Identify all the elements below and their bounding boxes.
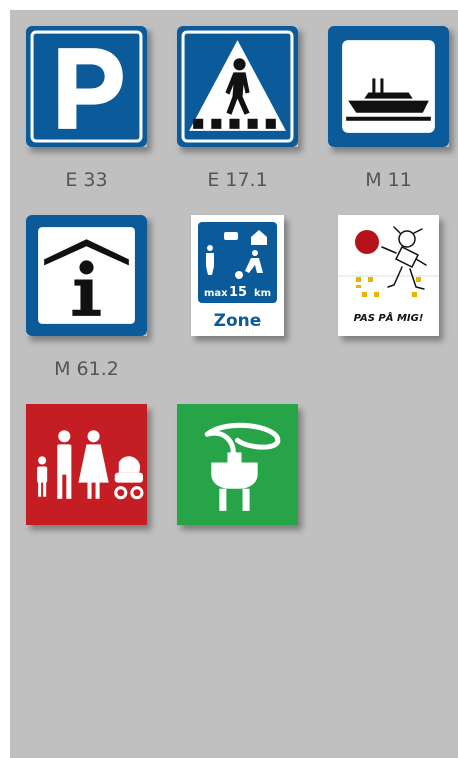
tourist-information-sign[interactable] (26, 215, 147, 336)
pas-paa-mig-label: PAS PÅ MIG! (354, 311, 424, 324)
ev-charging-sign[interactable] (177, 404, 298, 525)
zone-speed-unit: km (254, 288, 271, 299)
family-icon (26, 404, 147, 525)
living-street-zone-sign[interactable]: max 15 km Zone (191, 215, 284, 336)
zone-label: Zone (214, 311, 262, 331)
sign-gallery-panel: E 33 E 17.1 M 11 M 61.2 max 15 km Zone P… (10, 10, 458, 758)
parking-icon (26, 26, 147, 147)
pedestrian-crossing-sign[interactable] (177, 26, 298, 147)
pedestrian-icon (177, 26, 298, 147)
zone-speed-value: 15 (229, 285, 247, 300)
caption-e33: E 33 (65, 169, 108, 191)
pas-paa-mig-sign[interactable]: PAS PÅ MIG! (338, 215, 439, 336)
caption-e17-1: E 17.1 (207, 169, 268, 191)
living-street-icon: max 15 km Zone (191, 215, 284, 336)
caption-m61-2: M 61.2 (54, 358, 119, 380)
information-icon (26, 215, 147, 336)
parking-sign[interactable] (26, 26, 147, 147)
caption-m11: M 11 (365, 169, 412, 191)
charging-plug-icon (177, 404, 298, 525)
family-sign[interactable] (26, 404, 147, 525)
zone-max-label: max (204, 288, 228, 299)
ferry-icon (328, 26, 449, 147)
ferry-sign[interactable] (328, 26, 449, 147)
child-warning-icon: PAS PÅ MIG! (338, 215, 439, 336)
